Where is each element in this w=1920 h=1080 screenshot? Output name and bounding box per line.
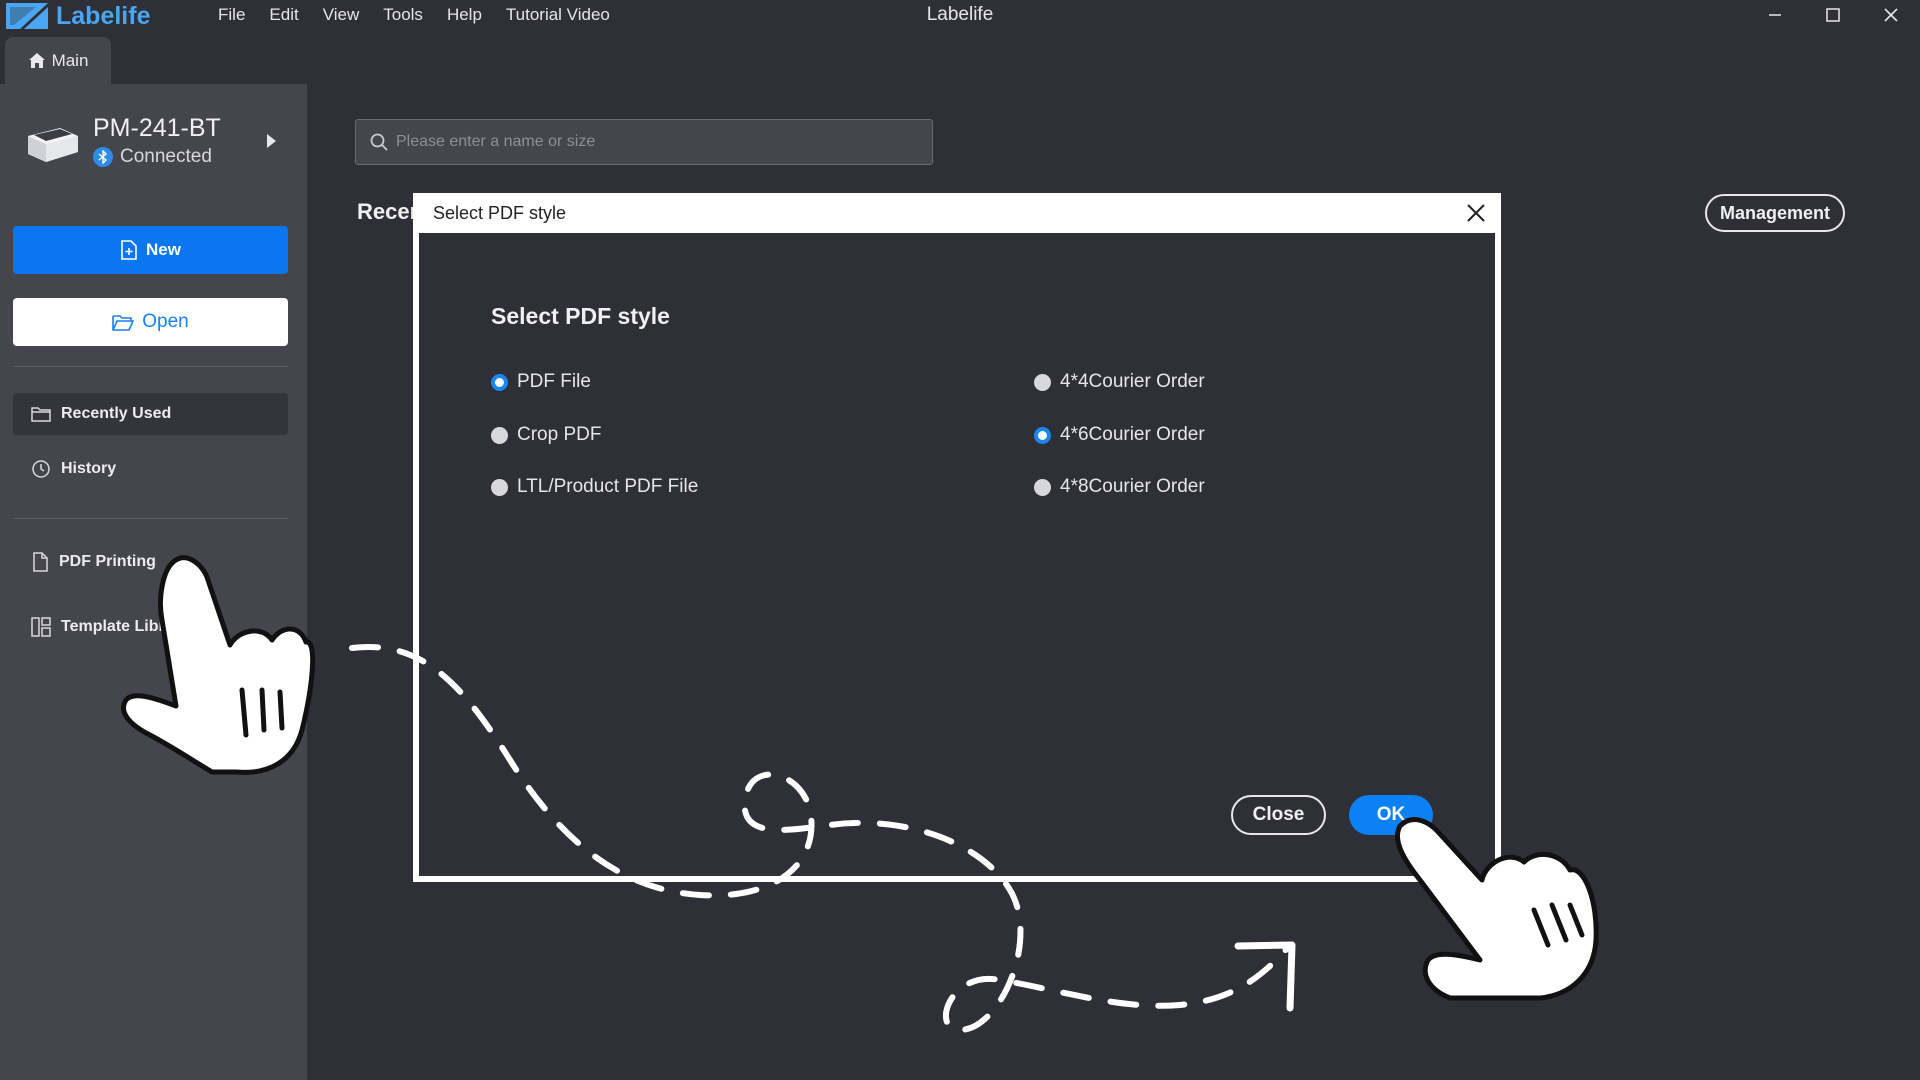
- new-button[interactable]: New: [13, 226, 288, 274]
- device-panel: PM-241-BT Connected: [24, 114, 294, 174]
- radio-label: 4*6Courier Order: [1060, 424, 1205, 445]
- radio-unchecked-icon: [491, 478, 508, 496]
- radio-unchecked-icon: [1034, 373, 1051, 391]
- radio-label: PDF File: [517, 371, 591, 392]
- sidebar-item-history[interactable]: History: [13, 448, 288, 490]
- radio-4x8-courier-order[interactable]: 4*8Courier Order: [1034, 476, 1205, 498]
- new-button-label: New: [146, 240, 181, 259]
- search-box: [355, 119, 933, 165]
- tab-bar: Main: [0, 32, 1920, 84]
- dialog-title: Select PDF style: [433, 202, 567, 223]
- sidebar-item-label: Template Libr: [61, 618, 165, 635]
- dialog-heading: Select PDF style: [491, 303, 670, 329]
- dialog-header: Select PDF style: [413, 193, 1501, 233]
- new-file-icon: [121, 240, 137, 260]
- document-icon: [33, 552, 48, 572]
- search-icon: [370, 133, 388, 151]
- sidebar-item-label: Recently Used: [61, 405, 172, 422]
- logo-text: Labelife: [56, 1, 151, 30]
- bluetooth-icon: [93, 147, 113, 167]
- folder-open-icon: [112, 315, 135, 331]
- minimize-button[interactable]: [1747, 0, 1803, 30]
- device-status-text: Connected: [120, 146, 212, 167]
- template-icon: [31, 617, 51, 637]
- open-button-label: Open: [142, 311, 189, 332]
- maximize-button[interactable]: [1805, 0, 1861, 30]
- close-icon: [1884, 8, 1898, 22]
- radio-checked-icon: [491, 373, 508, 391]
- search-input[interactable]: [396, 133, 916, 151]
- clock-icon: [32, 460, 50, 478]
- sidebar-divider: [13, 518, 288, 519]
- menu-tools[interactable]: Tools: [383, 0, 423, 30]
- radio-crop-pdf[interactable]: Crop PDF: [491, 424, 601, 446]
- dialog-ok-button[interactable]: OK: [1349, 795, 1433, 835]
- radio-4x4-courier-order[interactable]: 4*4Courier Order: [1034, 371, 1205, 393]
- radio-label: Crop PDF: [517, 424, 602, 445]
- radio-label: LTL/Product PDF File: [517, 476, 699, 497]
- sidebar-divider: [13, 366, 288, 367]
- radio-ltl-product-pdf-file[interactable]: LTL/Product PDF File: [491, 476, 698, 498]
- home-icon: [28, 53, 45, 68]
- menu-file[interactable]: File: [218, 0, 245, 30]
- title-bar: Labelife File Edit View Tools Help Tutor…: [0, 0, 1920, 32]
- device-expand-arrow-icon[interactable]: [267, 134, 276, 148]
- printer-icon: [28, 128, 78, 162]
- app-logo: Labelife: [6, 2, 150, 30]
- sidebar-item-template-library[interactable]: Template Libr: [13, 606, 288, 648]
- radio-unchecked-icon: [491, 426, 508, 444]
- arrow-head-icon: [1234, 941, 1296, 1012]
- open-button[interactable]: Open: [13, 298, 288, 346]
- menu-view[interactable]: View: [323, 0, 360, 30]
- radio-4x6-courier-order[interactable]: 4*6Courier Order: [1034, 424, 1205, 446]
- labelife-logo-icon: [6, 3, 48, 29]
- radio-checked-icon: [1034, 426, 1051, 444]
- tab-main-label: Main: [51, 50, 89, 70]
- sidebar-item-pdf-printing[interactable]: PDF Printing: [13, 541, 288, 583]
- dialog-close-icon[interactable]: [1463, 200, 1489, 226]
- device-name: PM-241-BT: [93, 114, 221, 142]
- minimize-icon: [1769, 14, 1781, 16]
- tab-main[interactable]: Main: [5, 37, 111, 84]
- menu-help[interactable]: Help: [447, 0, 482, 30]
- close-window-button[interactable]: [1863, 0, 1919, 30]
- menu-bar: File Edit View Tools Help Tutorial Video: [218, 0, 634, 30]
- maximize-icon: [1826, 8, 1840, 22]
- recent-section-title: Recer: [357, 199, 419, 224]
- radio-label: 4*8Courier Order: [1060, 476, 1205, 497]
- device-status: Connected: [93, 146, 212, 168]
- management-button[interactable]: Management: [1705, 194, 1845, 232]
- sidebar: PM-241-BT Connected New Open Recently Us…: [0, 84, 307, 1080]
- menu-tutorial-video[interactable]: Tutorial Video: [506, 0, 610, 30]
- menu-edit[interactable]: Edit: [269, 0, 298, 30]
- sidebar-item-label: History: [61, 460, 117, 477]
- folder-icon: [31, 407, 51, 422]
- sidebar-item-label: PDF Printing: [59, 553, 156, 570]
- radio-label: 4*4Courier Order: [1060, 371, 1205, 392]
- radio-pdf-file[interactable]: PDF File: [491, 371, 591, 393]
- dialog-close-button[interactable]: Close: [1231, 795, 1326, 835]
- select-pdf-style-dialog: Select PDF style Select PDF style PDF Fi…: [413, 193, 1501, 882]
- radio-unchecked-icon: [1034, 478, 1051, 496]
- sidebar-item-recently-used[interactable]: Recently Used: [13, 393, 288, 435]
- dialog-body: Select PDF style PDF File Crop PDF LTL/P…: [419, 233, 1495, 876]
